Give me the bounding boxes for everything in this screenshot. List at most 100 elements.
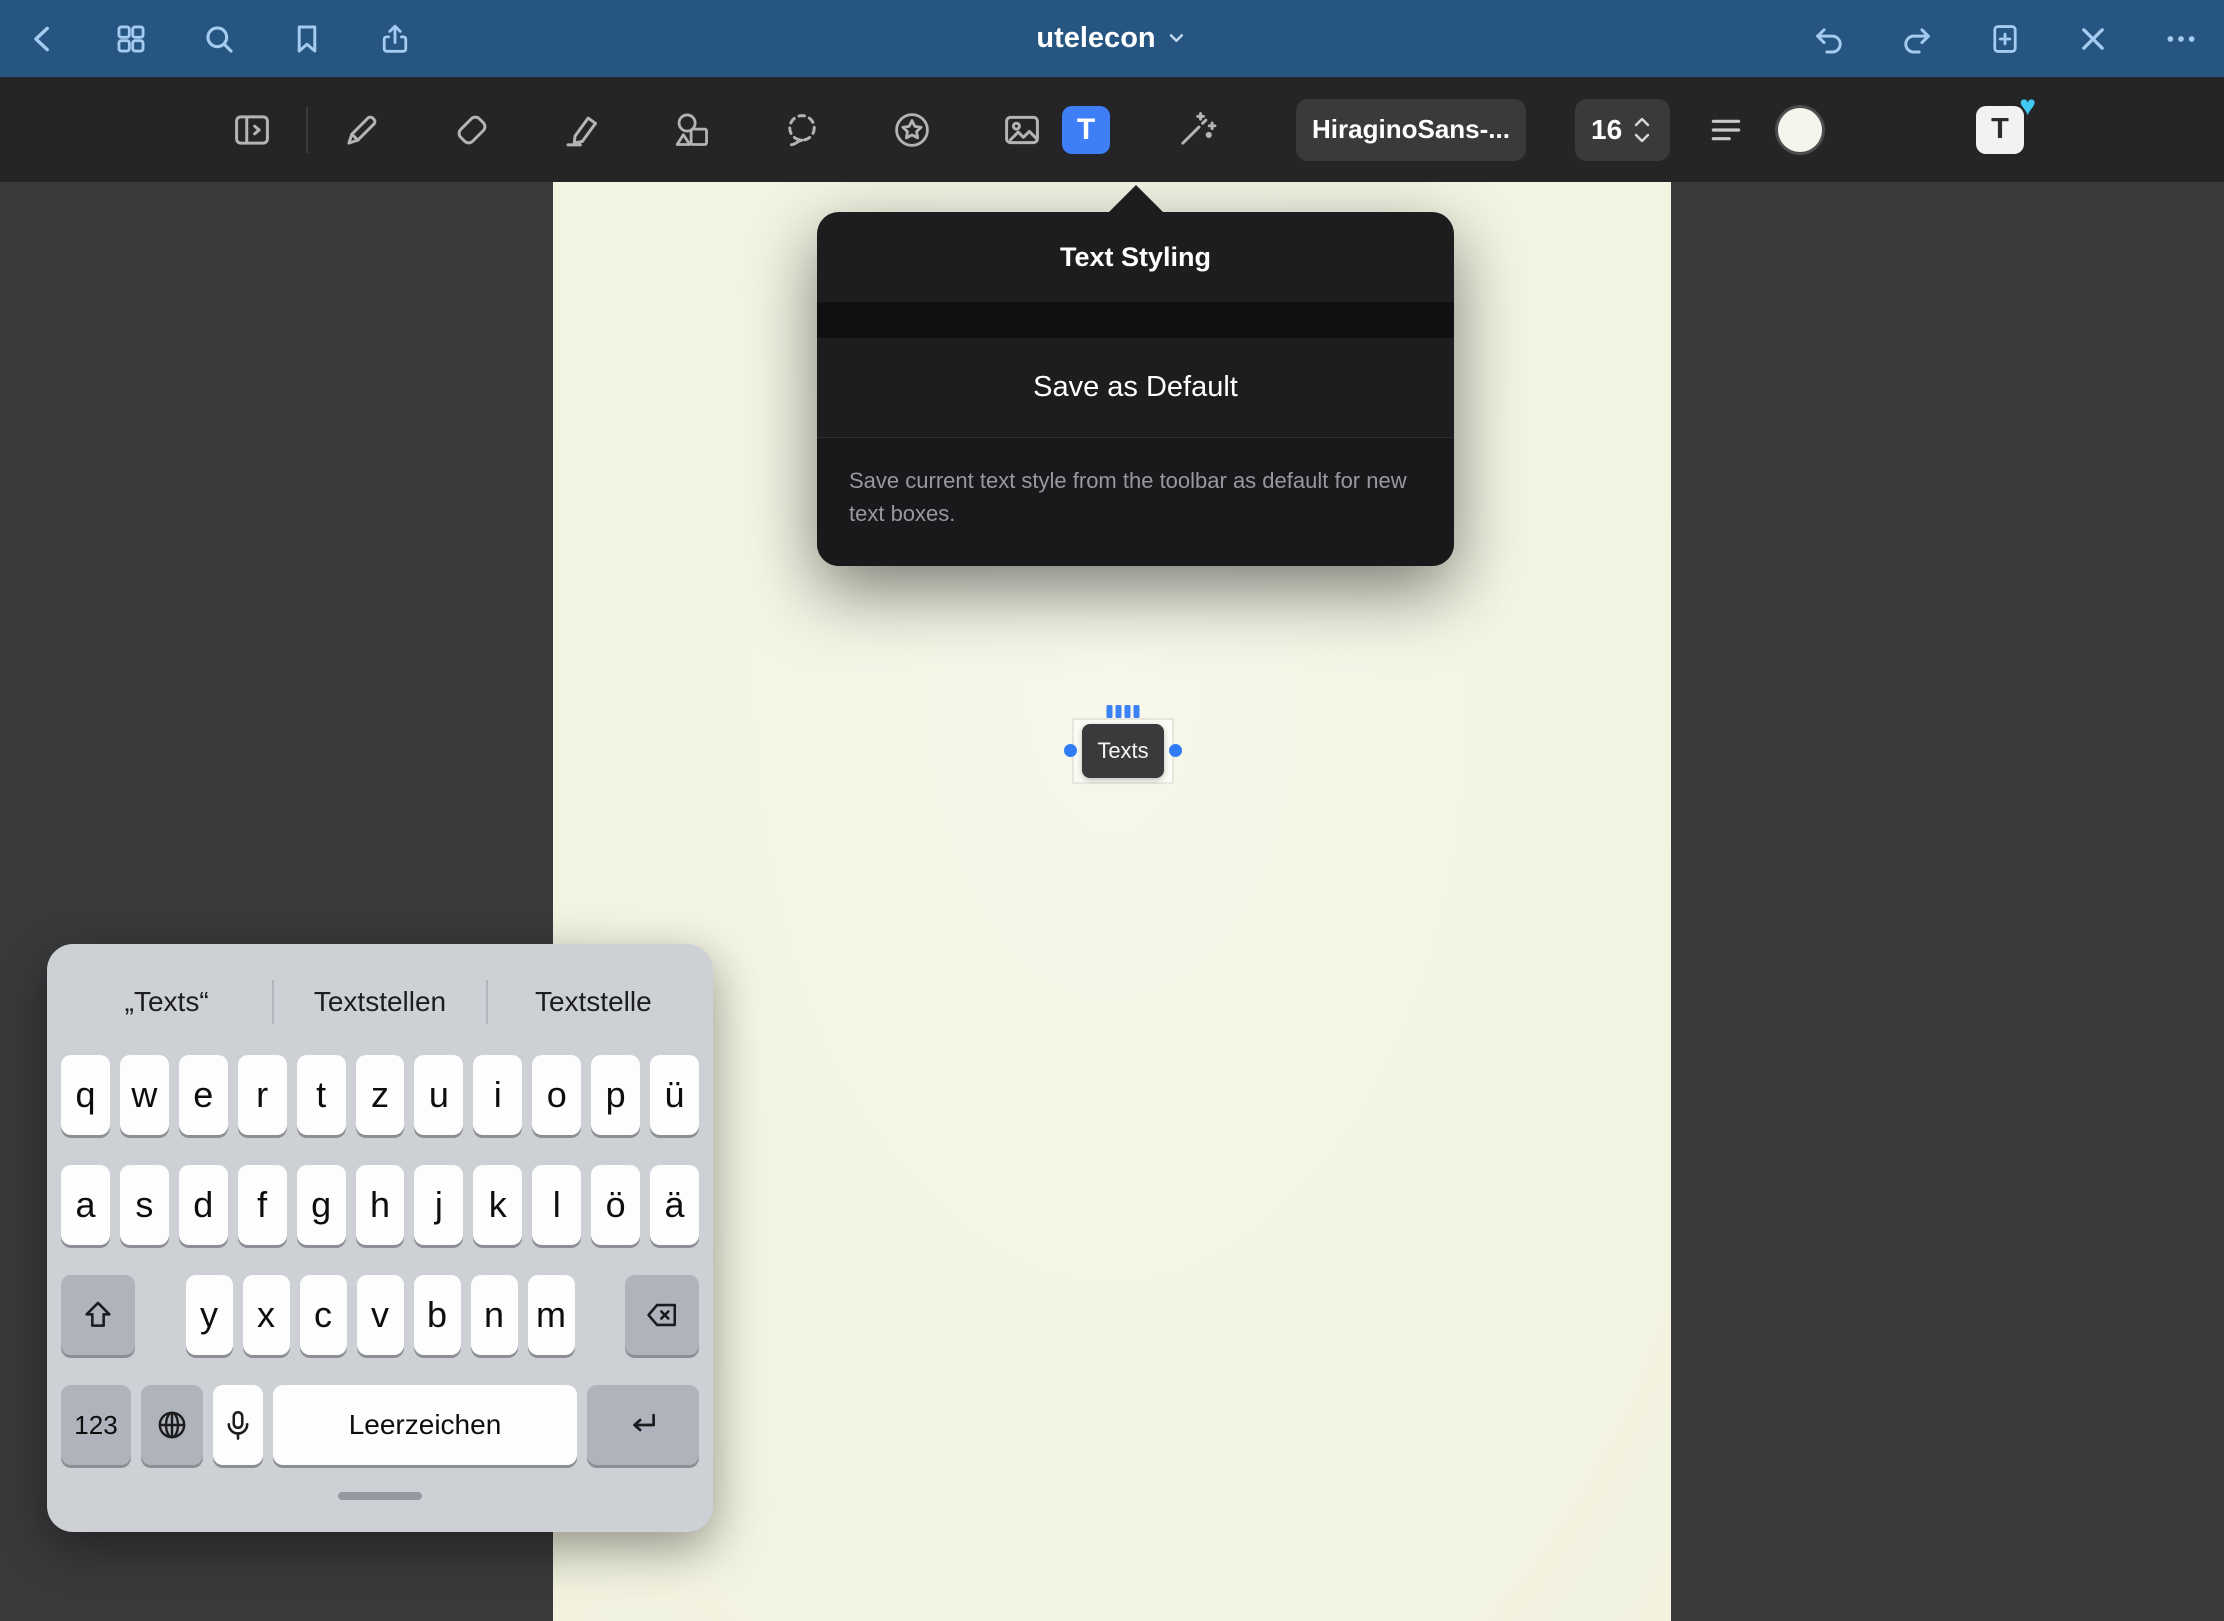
key-e[interactable]: e [179, 1055, 228, 1135]
key-x[interactable]: x [243, 1275, 290, 1355]
key-r[interactable]: r [238, 1055, 287, 1135]
key-i[interactable]: i [473, 1055, 522, 1135]
key-y[interactable]: y [186, 1275, 233, 1355]
key-c[interactable]: c [300, 1275, 347, 1355]
thumbnails-icon[interactable] [112, 20, 150, 58]
key-oe[interactable]: ö [591, 1165, 640, 1245]
key-t[interactable]: t [297, 1055, 346, 1135]
text-styling-popover: Text Styling Save as Default Save curren… [817, 212, 1454, 566]
document-title[interactable]: utelecon [1036, 21, 1187, 57]
resize-handle-left[interactable] [1064, 744, 1077, 757]
globe-key[interactable] [141, 1385, 203, 1465]
return-icon [626, 1408, 660, 1442]
key-l[interactable]: l [532, 1165, 581, 1245]
lasso-icon[interactable] [770, 98, 834, 162]
suggestion-1[interactable]: Textstellen [274, 986, 485, 1018]
text-style-glyph: T [1991, 113, 2009, 146]
keyboard-row-2: a s d f g h j k l ö ä [61, 1165, 699, 1245]
globe-icon [155, 1408, 189, 1442]
pen-icon[interactable] [330, 98, 394, 162]
key-s[interactable]: s [120, 1165, 169, 1245]
key-z[interactable]: z [356, 1055, 405, 1135]
key-q[interactable]: q [61, 1055, 110, 1135]
selected-text-object: Texts [1072, 718, 1174, 784]
resize-handle-right[interactable] [1169, 744, 1182, 757]
popover-title: Text Styling [817, 212, 1454, 302]
key-ue[interactable]: ü [650, 1055, 699, 1135]
keyboard-drag-handle[interactable] [338, 1492, 422, 1500]
text-tool-wrap: T [1054, 98, 1118, 162]
numbers-key[interactable]: 123 [61, 1385, 131, 1465]
key-u[interactable]: u [414, 1055, 463, 1135]
row-spacer [145, 1275, 176, 1355]
font-size-stepper[interactable]: 16 [1575, 99, 1670, 161]
key-o[interactable]: o [532, 1055, 581, 1135]
key-v[interactable]: v [357, 1275, 404, 1355]
toolbar-divider [306, 107, 308, 153]
close-icon[interactable] [2074, 20, 2112, 58]
text-color-swatch[interactable] [1778, 108, 1822, 152]
nav-right-group [1810, 20, 2200, 58]
back-icon[interactable] [24, 20, 62, 58]
shapes-icon[interactable] [660, 98, 724, 162]
font-name-button[interactable]: HiraginoSans-... [1296, 99, 1526, 161]
popover-arrow [1108, 185, 1164, 213]
nav-left-group [24, 20, 414, 58]
share-icon[interactable] [376, 20, 414, 58]
stepper-chevrons-icon [1630, 113, 1654, 147]
save-as-default-button[interactable]: Save as Default [817, 338, 1454, 437]
key-k[interactable]: k [473, 1165, 522, 1245]
undo-icon[interactable] [1810, 20, 1848, 58]
key-a[interactable]: a [61, 1165, 110, 1245]
keyboard-row-3: y x c v b n m [61, 1275, 699, 1355]
text-tool-icon[interactable]: T [1062, 106, 1110, 154]
more-icon[interactable] [2162, 20, 2200, 58]
keyboard-row-4: 123 Leerzeichen [61, 1385, 699, 1465]
key-h[interactable]: h [356, 1165, 405, 1245]
key-p[interactable]: p [591, 1055, 640, 1135]
key-g[interactable]: g [297, 1165, 346, 1245]
key-j[interactable]: j [414, 1165, 463, 1245]
font-size-value: 16 [1591, 114, 1622, 146]
mic-icon [221, 1408, 255, 1442]
redo-icon[interactable] [1898, 20, 1936, 58]
drag-handle-icon[interactable] [1107, 705, 1140, 718]
laser-pointer-icon[interactable] [1164, 98, 1228, 162]
image-icon[interactable] [990, 98, 1054, 162]
suggestion-bar: „Texts“ Textstellen Textstelle [61, 960, 699, 1044]
mic-key[interactable] [213, 1385, 263, 1465]
key-m[interactable]: m [528, 1275, 575, 1355]
eraser-icon[interactable] [440, 98, 504, 162]
add-page-icon[interactable] [1986, 20, 2024, 58]
read-mode-icon[interactable] [220, 98, 284, 162]
app-screen: utelecon [0, 0, 2224, 1621]
bookmark-icon[interactable] [288, 20, 326, 58]
backspace-key[interactable] [625, 1275, 699, 1355]
text-box[interactable]: Texts [1082, 724, 1164, 778]
nav-bar: utelecon [0, 0, 2224, 77]
key-b[interactable]: b [414, 1275, 461, 1355]
shift-icon [81, 1298, 115, 1332]
floating-keyboard: „Texts“ Textstellen Textstelle q w e r t… [47, 944, 713, 1532]
elements-icon[interactable] [880, 98, 944, 162]
space-key[interactable]: Leerzeichen [273, 1385, 577, 1465]
return-key[interactable] [587, 1385, 699, 1465]
search-icon[interactable] [200, 20, 238, 58]
heart-icon: ♥ [2019, 92, 2036, 120]
suggestion-2[interactable]: Textstelle [488, 986, 699, 1018]
text-align-icon[interactable] [1698, 102, 1754, 158]
keyboard-row-1: q w e r t z u i o p ü [61, 1055, 699, 1135]
text-style-favorite-button[interactable]: T ♥ [1976, 106, 2024, 154]
highlighter-icon[interactable] [550, 98, 614, 162]
popover-description: Save current text style from the toolbar… [817, 437, 1454, 566]
shift-key[interactable] [61, 1275, 135, 1355]
document-title-label: utelecon [1036, 22, 1155, 55]
key-d[interactable]: d [179, 1165, 228, 1245]
key-n[interactable]: n [471, 1275, 518, 1355]
key-ae[interactable]: ä [650, 1165, 699, 1245]
suggestion-literal[interactable]: „Texts“ [61, 986, 272, 1018]
key-f[interactable]: f [238, 1165, 287, 1245]
popover-separator-band [817, 302, 1454, 338]
key-w[interactable]: w [120, 1055, 169, 1135]
backspace-icon [645, 1298, 679, 1332]
